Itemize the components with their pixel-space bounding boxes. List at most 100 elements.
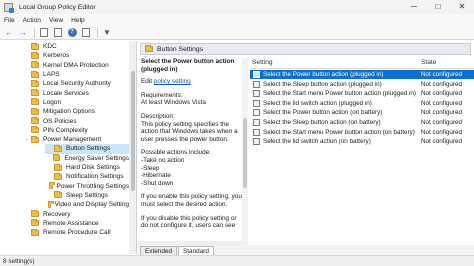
tree-item[interactable]: › Power Management xyxy=(0,135,129,144)
actions-label: Possible actions include: xyxy=(141,149,211,157)
setting-label: Select the Sleep button action (on batte… xyxy=(263,119,381,126)
action-item: -Sleep xyxy=(141,164,160,172)
show-hide-tree-icon[interactable] xyxy=(38,27,50,38)
toolbar: ← → ? ▼ xyxy=(0,26,474,40)
minimize-button[interactable]: ─ xyxy=(402,0,426,14)
column-header-state[interactable]: State xyxy=(421,59,436,66)
tree-item-label: Hard Disk Settings xyxy=(66,164,120,172)
folder-icon xyxy=(31,42,39,50)
edit-line: Edit policy setting xyxy=(141,78,191,86)
policy-setting-icon xyxy=(253,71,260,78)
folder-icon xyxy=(31,219,39,227)
forward-arrow-icon[interactable]: → xyxy=(17,27,29,38)
tree-item[interactable]: Notification Settings xyxy=(0,172,129,181)
status-bar: 8 setting(s) xyxy=(0,255,474,266)
toolbar-divider xyxy=(34,27,35,38)
window-title: Local Group Policy Editor xyxy=(19,3,96,11)
tree-item[interactable]: Kernel DMA Protection xyxy=(0,61,129,70)
tree-item[interactable]: Kerberos xyxy=(0,51,129,60)
tree-item[interactable]: Video and Display Setting xyxy=(0,200,129,209)
menu-action[interactable]: Action xyxy=(23,17,41,24)
menu-bar: File Action View Help xyxy=(0,14,474,26)
tree-scrollbar[interactable] xyxy=(129,41,136,254)
menu-view[interactable]: View xyxy=(49,17,63,24)
tree-item-label: Button Settings xyxy=(66,145,111,153)
setting-state: Not configured xyxy=(421,128,462,136)
folder-icon xyxy=(31,89,39,97)
menu-help[interactable]: Help xyxy=(71,17,85,24)
tab-standard[interactable]: Standard xyxy=(178,246,214,255)
tree-item-label: Logon xyxy=(43,98,62,106)
tree-item[interactable]: Button Settings xyxy=(45,144,129,154)
action-item: -Shut down xyxy=(141,179,174,187)
tree-item[interactable]: KDC xyxy=(0,42,129,51)
setting-state: Not configured xyxy=(421,138,462,146)
tree-item-label: PIN Complexity xyxy=(43,126,88,134)
tree-item[interactable]: Locale Services xyxy=(0,89,129,98)
tree-scroll-thumb[interactable] xyxy=(131,71,135,191)
policy-setting-icon xyxy=(253,90,260,98)
tab-extended[interactable]: Extended xyxy=(140,246,178,255)
tree-item[interactable]: Local Security Authority xyxy=(0,79,129,88)
setting-row[interactable]: Select the lid switch action (plugged in… xyxy=(250,99,474,108)
description-scrollbar[interactable] xyxy=(242,58,248,244)
tree-item-label: LAPS xyxy=(43,71,60,79)
tree-item[interactable]: Mitigation Options xyxy=(0,107,129,116)
tree-item[interactable]: Power Throttling Settings xyxy=(0,182,129,191)
status-text: 8 setting(s) xyxy=(3,257,35,265)
help-icon[interactable]: ? xyxy=(66,27,78,38)
tree-item[interactable]: Hard Disk Settings xyxy=(0,163,129,172)
folder-icon xyxy=(31,117,39,125)
setting-state: Not configured xyxy=(421,71,462,78)
setting-row[interactable]: Select the Start menu Power button actio… xyxy=(250,89,474,98)
tree-item[interactable]: Recovery xyxy=(0,209,129,218)
tree-item[interactable]: Remote Assistance xyxy=(0,219,129,228)
tree-item[interactable]: Remote Procedure Call xyxy=(0,228,129,237)
column-header-setting[interactable]: Setting xyxy=(252,59,273,66)
folder-icon xyxy=(31,51,39,59)
toolbar-divider-2 xyxy=(97,27,98,38)
setting-row[interactable]: Select the Sleep button action (plugged … xyxy=(250,80,474,89)
setting-row[interactable]: Select the Power button action (on batte… xyxy=(250,108,474,117)
menu-file[interactable]: File xyxy=(4,17,15,24)
tree-item[interactable]: OS Policies xyxy=(0,116,129,125)
folder-icon xyxy=(31,228,39,236)
policy-setting-icon xyxy=(253,80,260,88)
tree-item-label: Power Management xyxy=(43,136,102,144)
view-icon[interactable] xyxy=(80,27,92,38)
maximize-button[interactable]: □ xyxy=(426,0,450,14)
tree-item-label: Notification Settings xyxy=(66,173,124,181)
tree-item[interactable]: PIN Complexity xyxy=(0,126,129,135)
action-item: -Take no action xyxy=(141,156,185,164)
tree-item-label: Energy Saver Settings xyxy=(64,154,129,162)
tree-item-label: Locale Services xyxy=(43,89,89,97)
close-button[interactable]: ✕ xyxy=(450,0,474,14)
description-label: Description: xyxy=(141,112,175,120)
setting-row[interactable]: Select the lid switch action (on battery… xyxy=(250,137,474,146)
edit-policy-link[interactable]: policy setting xyxy=(154,78,191,85)
description-text: This policy setting specifies the action… xyxy=(141,120,238,143)
properties-icon[interactable] xyxy=(52,27,64,38)
setting-label: Select the Power button action (on batte… xyxy=(263,109,383,117)
setting-row[interactable]: Select the Power button action (plugged … xyxy=(250,70,474,79)
setting-label: Select the Start menu Power button actio… xyxy=(263,90,416,98)
tree-item[interactable]: Energy Saver Settings xyxy=(0,154,129,163)
tree-item[interactable]: LAPS xyxy=(0,70,129,79)
expander-chevron-icon[interactable]: › xyxy=(24,137,30,143)
setting-description: Select the Power button action (plugged … xyxy=(141,58,242,244)
folder-icon xyxy=(31,70,39,78)
setting-row[interactable]: Select the Sleep button action (on batte… xyxy=(250,118,474,127)
details-pane: Button Settings Select the Power button … xyxy=(138,41,474,245)
setting-row[interactable]: Select the Start menu Power button actio… xyxy=(250,128,474,137)
section-title: Button Settings xyxy=(157,45,204,53)
back-arrow-icon[interactable]: ← xyxy=(3,27,15,38)
description-scroll-thumb[interactable] xyxy=(243,118,247,188)
policy-setting-icon xyxy=(253,109,260,117)
tree-item-label: Video and Display Setting xyxy=(54,201,129,209)
tree-item[interactable]: Sleep Settings xyxy=(0,191,129,200)
filter-icon[interactable]: ▼ xyxy=(101,27,113,38)
tree-item-label: Mitigation Options xyxy=(43,108,96,116)
folder-icon xyxy=(53,154,61,162)
tree-item[interactable]: Logon xyxy=(0,98,129,107)
requirements-label: Requirements: xyxy=(141,91,183,99)
